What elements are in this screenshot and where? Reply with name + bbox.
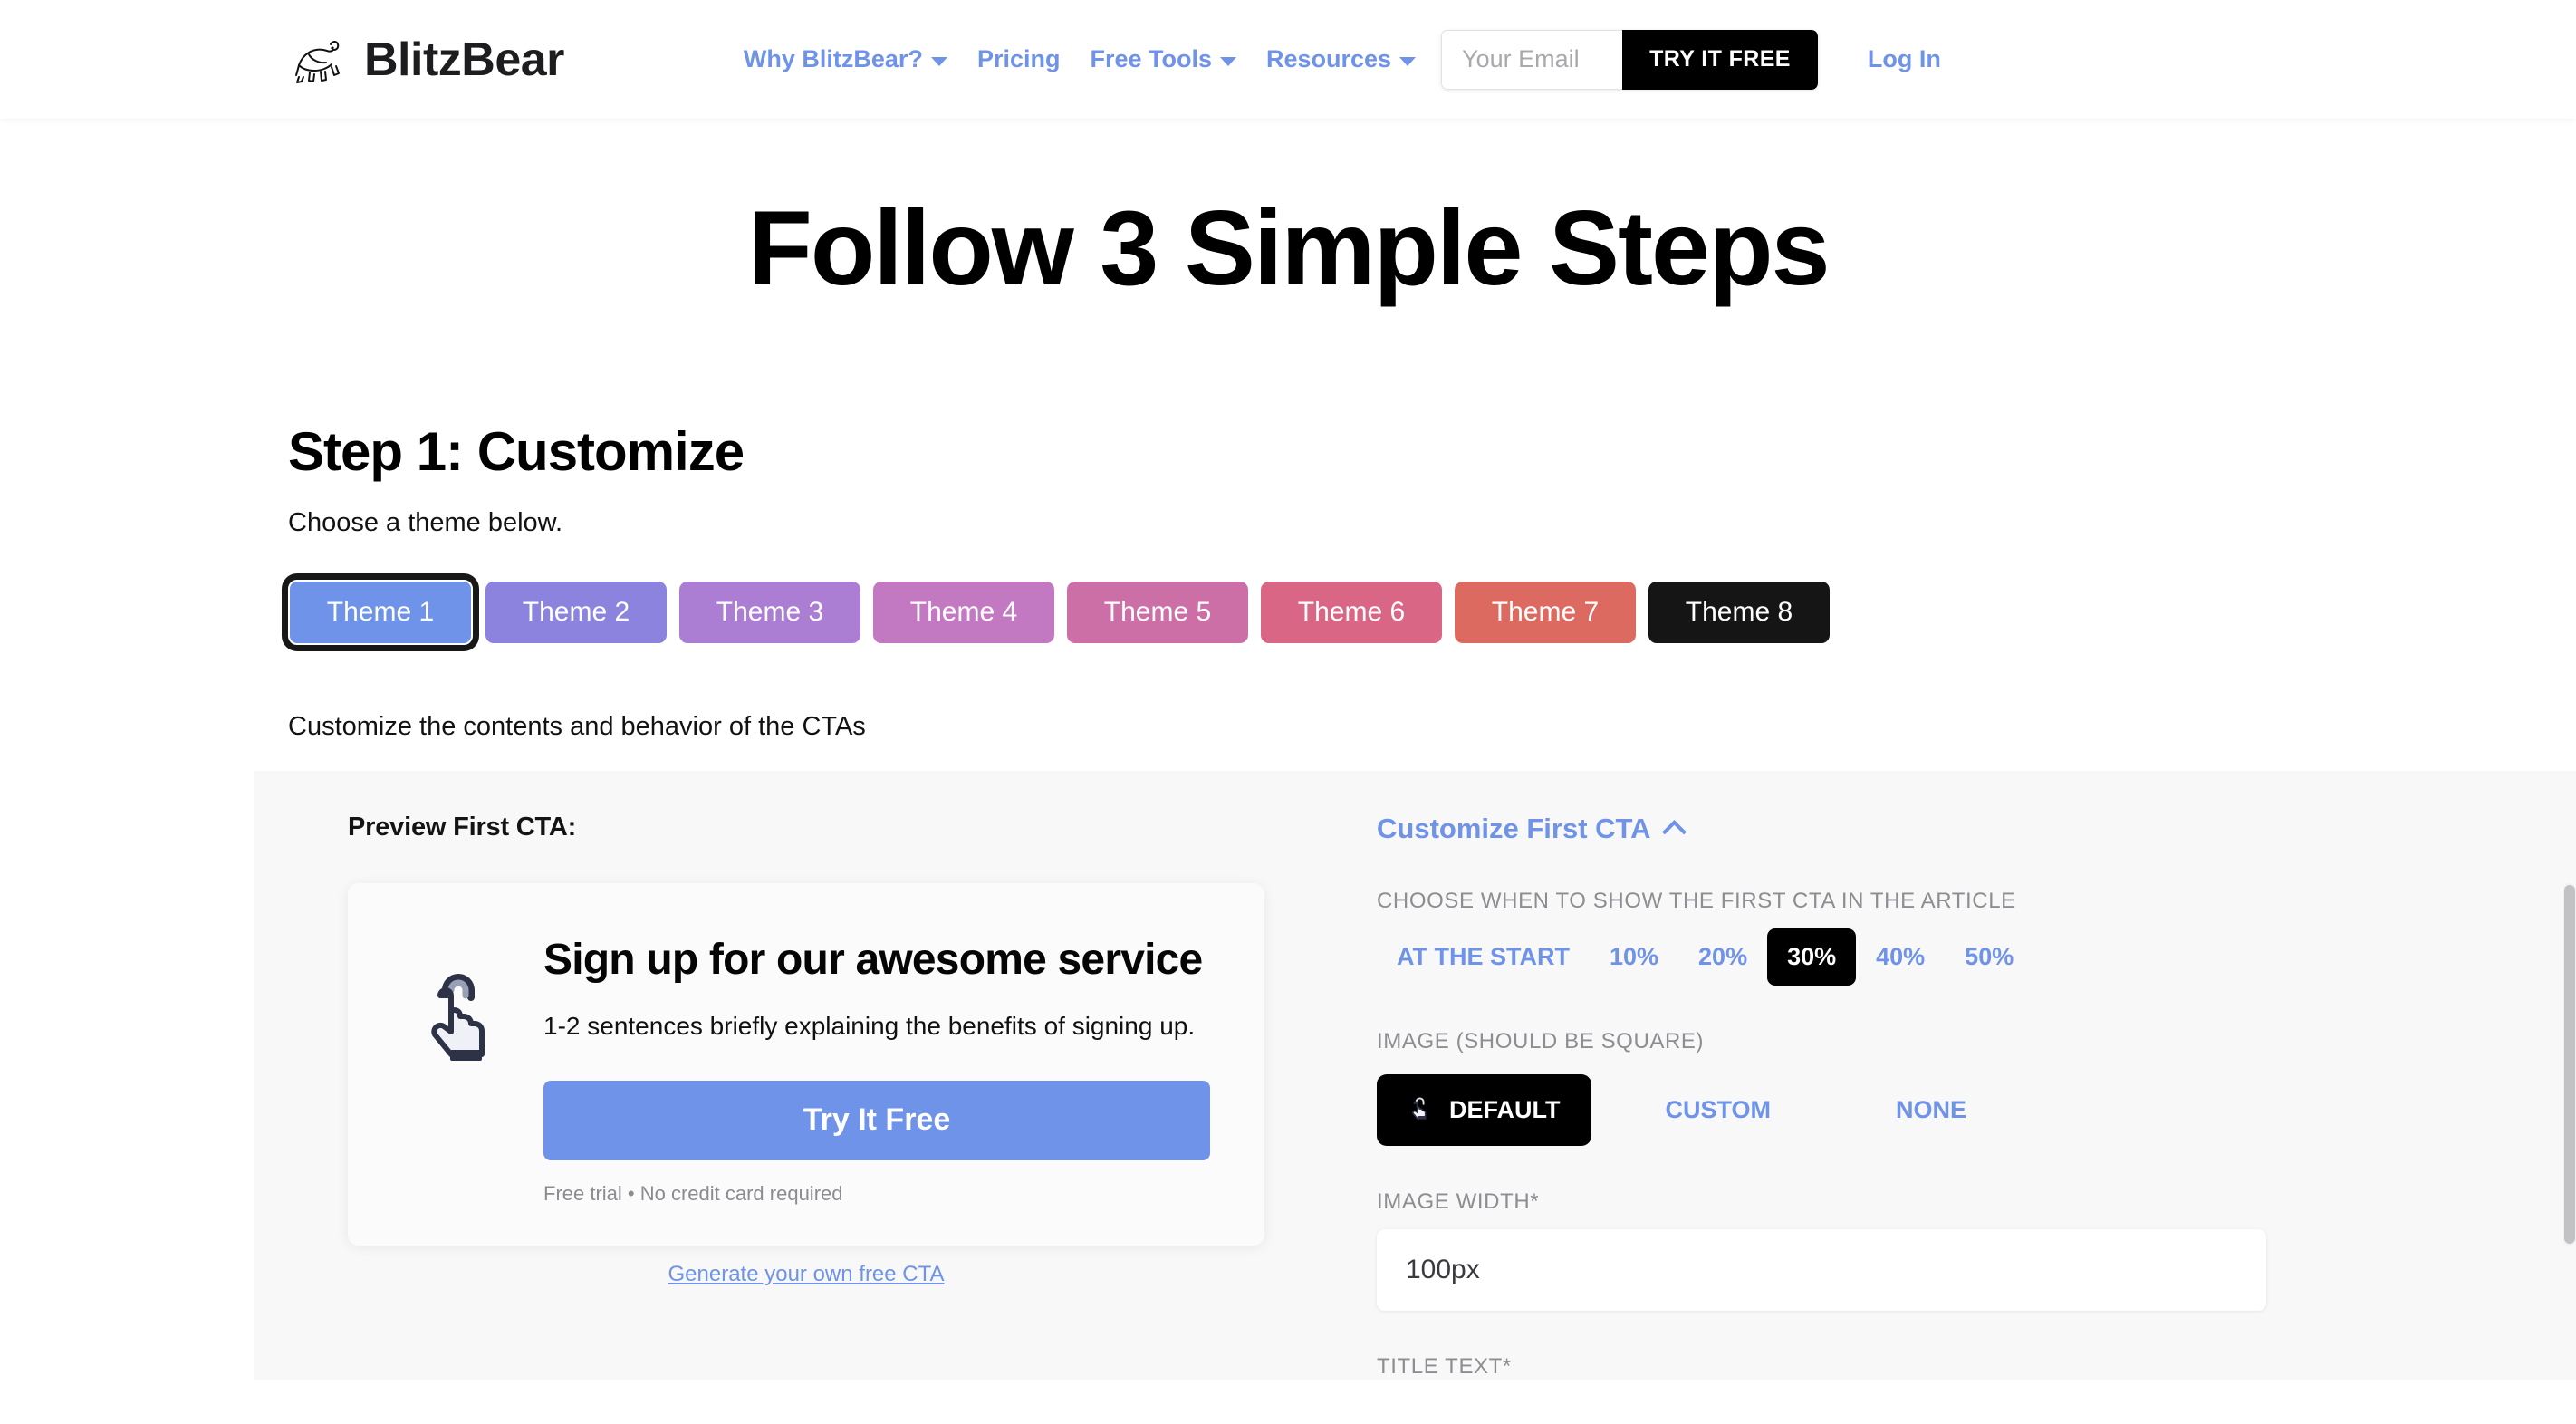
- step-section: Step 1: Customize Choose a theme below. …: [0, 420, 2576, 742]
- preview-label: Preview First CTA:: [348, 813, 577, 842]
- email-field[interactable]: [1441, 29, 1623, 90]
- image-options: DEFAULT CUSTOM NONE: [1377, 1074, 2523, 1146]
- when-option-50[interactable]: 50%: [1945, 928, 2033, 986]
- nav-signup-group: TRY IT FREE: [1441, 29, 1818, 90]
- title-text-label: TITLE TEXT*: [1377, 1354, 1512, 1379]
- theme-button-6[interactable]: Theme 6: [1261, 582, 1442, 643]
- image-label: IMAGE (SHOULD BE SQUARE): [1377, 1029, 1705, 1054]
- theme-button-4[interactable]: Theme 4: [873, 582, 1054, 643]
- image-width-input[interactable]: [1377, 1229, 2266, 1311]
- theme-button-3[interactable]: Theme 3: [679, 582, 860, 643]
- customize-column: Customize First CTA CHOOSE WHEN TO SHOW …: [1322, 813, 2576, 1380]
- brand-logo-group[interactable]: BlitzBear: [288, 30, 564, 90]
- when-option-at-the-start[interactable]: AT THE START: [1377, 928, 1590, 986]
- nav-item-label: Pricing: [976, 45, 1061, 72]
- brand-name: BlitzBear: [364, 33, 564, 86]
- cta-description: 1-2 sentences briefly explaining the ben…: [543, 1011, 1196, 1040]
- image-option-none[interactable]: NONE: [1865, 1076, 1997, 1144]
- nav-item-free-tools[interactable]: Free Tools: [1090, 45, 1236, 73]
- image-width-label: IMAGE WIDTH*: [1377, 1189, 1540, 1214]
- pointing-hand-icon: [406, 936, 500, 1067]
- customize-note: Customize the contents and behavior of t…: [288, 712, 866, 741]
- preview-column: Preview First CTA: Sign up for our aweso…: [254, 813, 1322, 1380]
- when-option-30[interactable]: 30%: [1767, 928, 1857, 986]
- theme-button-8[interactable]: Theme 8: [1648, 582, 1830, 643]
- page-title: Follow 3 Simple Steps: [747, 188, 1830, 307]
- nav-item-pricing[interactable]: Pricing: [977, 45, 1061, 73]
- chevron-down-icon: [930, 56, 947, 66]
- generate-link-wrap: Generate your own free CTA: [348, 1262, 1264, 1287]
- nav-item-resources[interactable]: Resources: [1266, 45, 1417, 73]
- pointing-hand-icon: [1408, 1094, 1429, 1126]
- log-in-link[interactable]: Log In: [1868, 45, 1941, 73]
- image-option-label: DEFAULT: [1449, 1096, 1561, 1123]
- try-it-free-button[interactable]: TRY IT FREE: [1622, 29, 1818, 90]
- cta-title: Sign up for our awesome service: [543, 936, 1203, 984]
- nav-links: Why BlitzBear? Pricing Free Tools Resour…: [744, 45, 1417, 73]
- panel-scrollbar-track[interactable]: [2563, 883, 2576, 1246]
- chevron-down-icon: [1399, 56, 1417, 66]
- when-option-20[interactable]: 20%: [1678, 928, 1767, 986]
- image-option-label: CUSTOM: [1665, 1096, 1772, 1123]
- theme-button-7[interactable]: Theme 7: [1455, 582, 1636, 643]
- nav-item-why-blitzbear[interactable]: Why BlitzBear?: [744, 45, 947, 73]
- nav-item-label: Resources: [1266, 45, 1392, 72]
- image-option-label: NONE: [1896, 1096, 1967, 1123]
- image-option-custom[interactable]: CUSTOM: [1635, 1076, 1802, 1144]
- step-subtitle: Choose a theme below.: [288, 508, 563, 537]
- step-heading: Step 1: Customize: [288, 421, 745, 482]
- when-to-show-label: CHOOSE WHEN TO SHOW THE FIRST CTA IN THE…: [1377, 889, 2016, 913]
- when-to-show-options: AT THE START 10% 20% 30% 40% 50%: [1377, 928, 2523, 986]
- top-navbar: BlitzBear Why BlitzBear? Pricing Free To…: [0, 0, 2576, 119]
- cta-footnote: Free trial • No credit card required: [543, 1181, 843, 1205]
- nav-item-label: Free Tools: [1090, 45, 1212, 72]
- theme-selector: Theme 1 Theme 2 Theme 3 Theme 4 Theme 5 …: [282, 573, 2288, 651]
- panel-scrollbar-thumb[interactable]: [2564, 885, 2575, 1244]
- chevron-down-icon: [1220, 56, 1236, 66]
- generate-own-cta-link[interactable]: Generate your own free CTA: [668, 1262, 944, 1286]
- nav-item-label: Why BlitzBear?: [743, 45, 923, 72]
- theme-button-1[interactable]: Theme 1: [282, 573, 479, 651]
- cta-preview-card: Sign up for our awesome service 1-2 sent…: [348, 883, 1264, 1246]
- cta-editor-panel: Preview First CTA: Sign up for our aweso…: [254, 771, 2576, 1380]
- cta-preview-body: Sign up for our awesome service 1-2 sent…: [543, 936, 1210, 1206]
- bear-logo-icon: [288, 30, 348, 90]
- customize-header-label: Customize First CTA: [1377, 813, 1651, 844]
- chevron-up-icon: [1661, 820, 1687, 844]
- when-option-10[interactable]: 10%: [1590, 928, 1678, 986]
- image-option-default[interactable]: DEFAULT: [1377, 1074, 1591, 1146]
- customize-first-cta-header[interactable]: Customize First CTA: [1377, 813, 2523, 845]
- when-option-40[interactable]: 40%: [1856, 928, 1945, 986]
- theme-button-2[interactable]: Theme 2: [485, 582, 667, 643]
- theme-button-5[interactable]: Theme 5: [1067, 582, 1248, 643]
- theme-option-wrap: Theme 1: [282, 573, 479, 651]
- cta-action-button[interactable]: Try It Free: [543, 1080, 1210, 1160]
